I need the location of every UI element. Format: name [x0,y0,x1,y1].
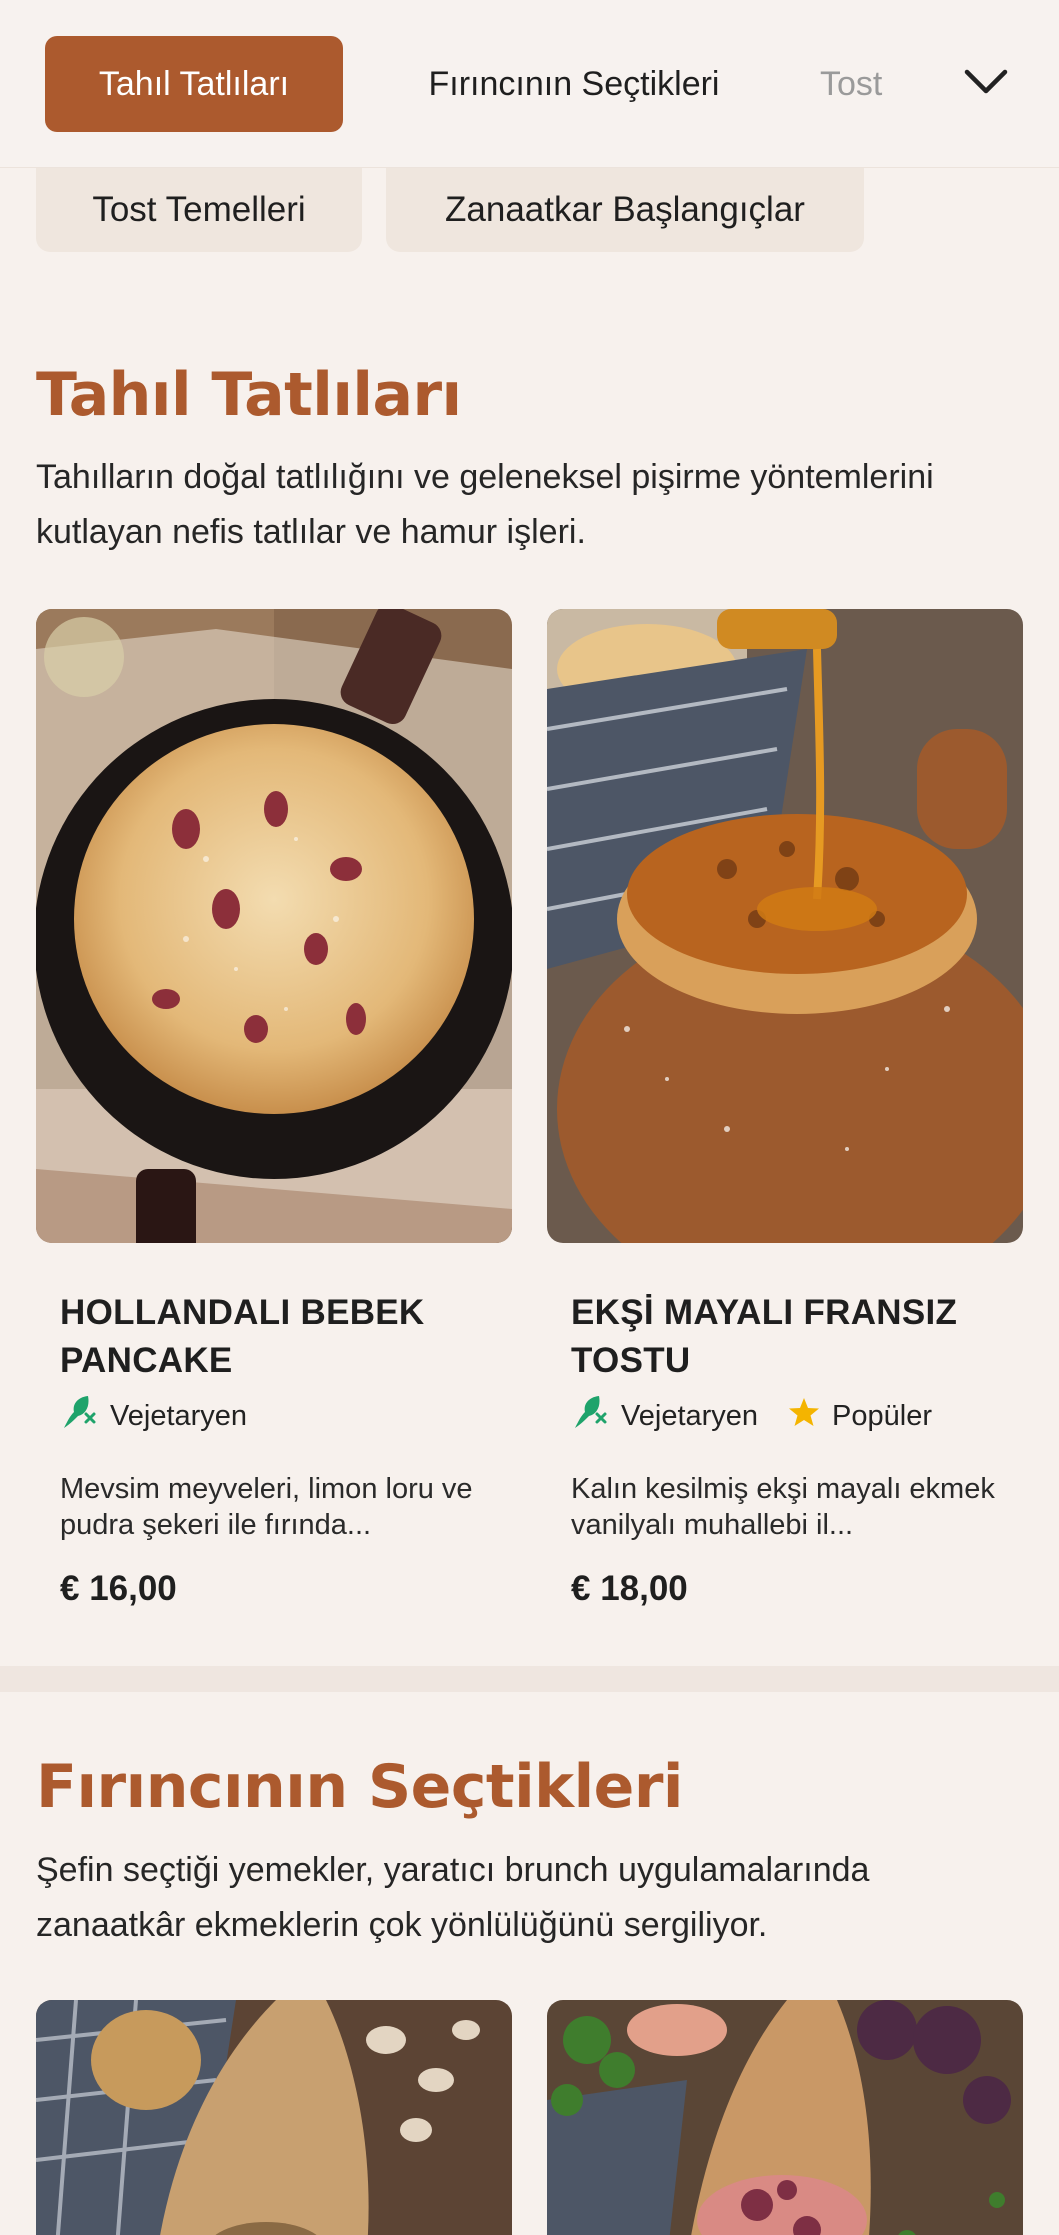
section-divider [0,1666,1059,1692]
menu-item-card[interactable]: HOLLANDALI BEBEK PANCAKE Vejetaryen Mevs… [36,609,512,1608]
vegetarian-icon [60,1394,98,1438]
tag-vegetarian: Vejetaryen [60,1394,247,1438]
menu-item-image[interactable] [36,2000,512,2235]
menu-item-price: € 18,00 [571,1569,688,1608]
menu-item-name: EKŞİ MAYALI FRANSIZ TOSTU [571,1293,958,1380]
star-icon [788,1396,820,1436]
menu-item-image[interactable] [547,2000,1023,2235]
tag-label: Popüler [832,1399,933,1432]
tab-tahil-tatlilari[interactable]: Tahıl Tatlıları [45,36,343,132]
tag-list: Vejetaryen [60,1394,265,1438]
menu-item-card[interactable]: EKŞİ MAYALI FRANSIZ TOSTU Vejetaryen Pop… [547,609,1023,1608]
tag-list: Vejetaryen Popüler [571,1394,950,1438]
chip-zanaatkar-baslangiclar[interactable]: Zanaatkar Başlangıçlar [386,168,864,252]
chip-tost-temelleri[interactable]: Tost Temelleri [36,168,362,252]
menu-item-name: HOLLANDALI BEBEK PANCAKE [60,1293,425,1380]
vegetarian-icon [571,1394,609,1438]
menu-item-price: € 16,00 [60,1569,177,1608]
chevron-down-icon[interactable] [960,52,1012,112]
section-description: Tahılların doğal tatlılığını ve geleneks… [36,458,934,551]
dutch-baby-pancake-image [36,609,512,1243]
category-nav: Tahıl Tatlıları Fırıncının Seçtikleri To… [0,0,1059,168]
section-title: Fırıncının Seçtikleri [36,1752,683,1822]
menu-item-description: Mevsim meyveleri, limon loru ve pudra şe… [60,1473,473,1541]
scroll-fade [880,20,970,150]
tag-label: Vejetaryen [621,1399,759,1432]
section-description: Şefin seçtiği yemekler, yaratıcı brunch … [36,1851,870,1944]
tag-vegetarian: Vejetaryen [571,1394,758,1438]
tag-label: Vejetaryen [110,1399,248,1432]
tag-popular: Popüler [788,1396,932,1436]
tab-firincinin-sectikleri[interactable]: Fırıncının Seçtikleri [380,36,768,132]
menu-item-description: Kalın kesilmiş ekşi mayalı ekmek vanilya… [571,1473,995,1541]
french-toast-image [547,609,1023,1243]
section-title: Tahıl Tatlıları [36,360,462,430]
